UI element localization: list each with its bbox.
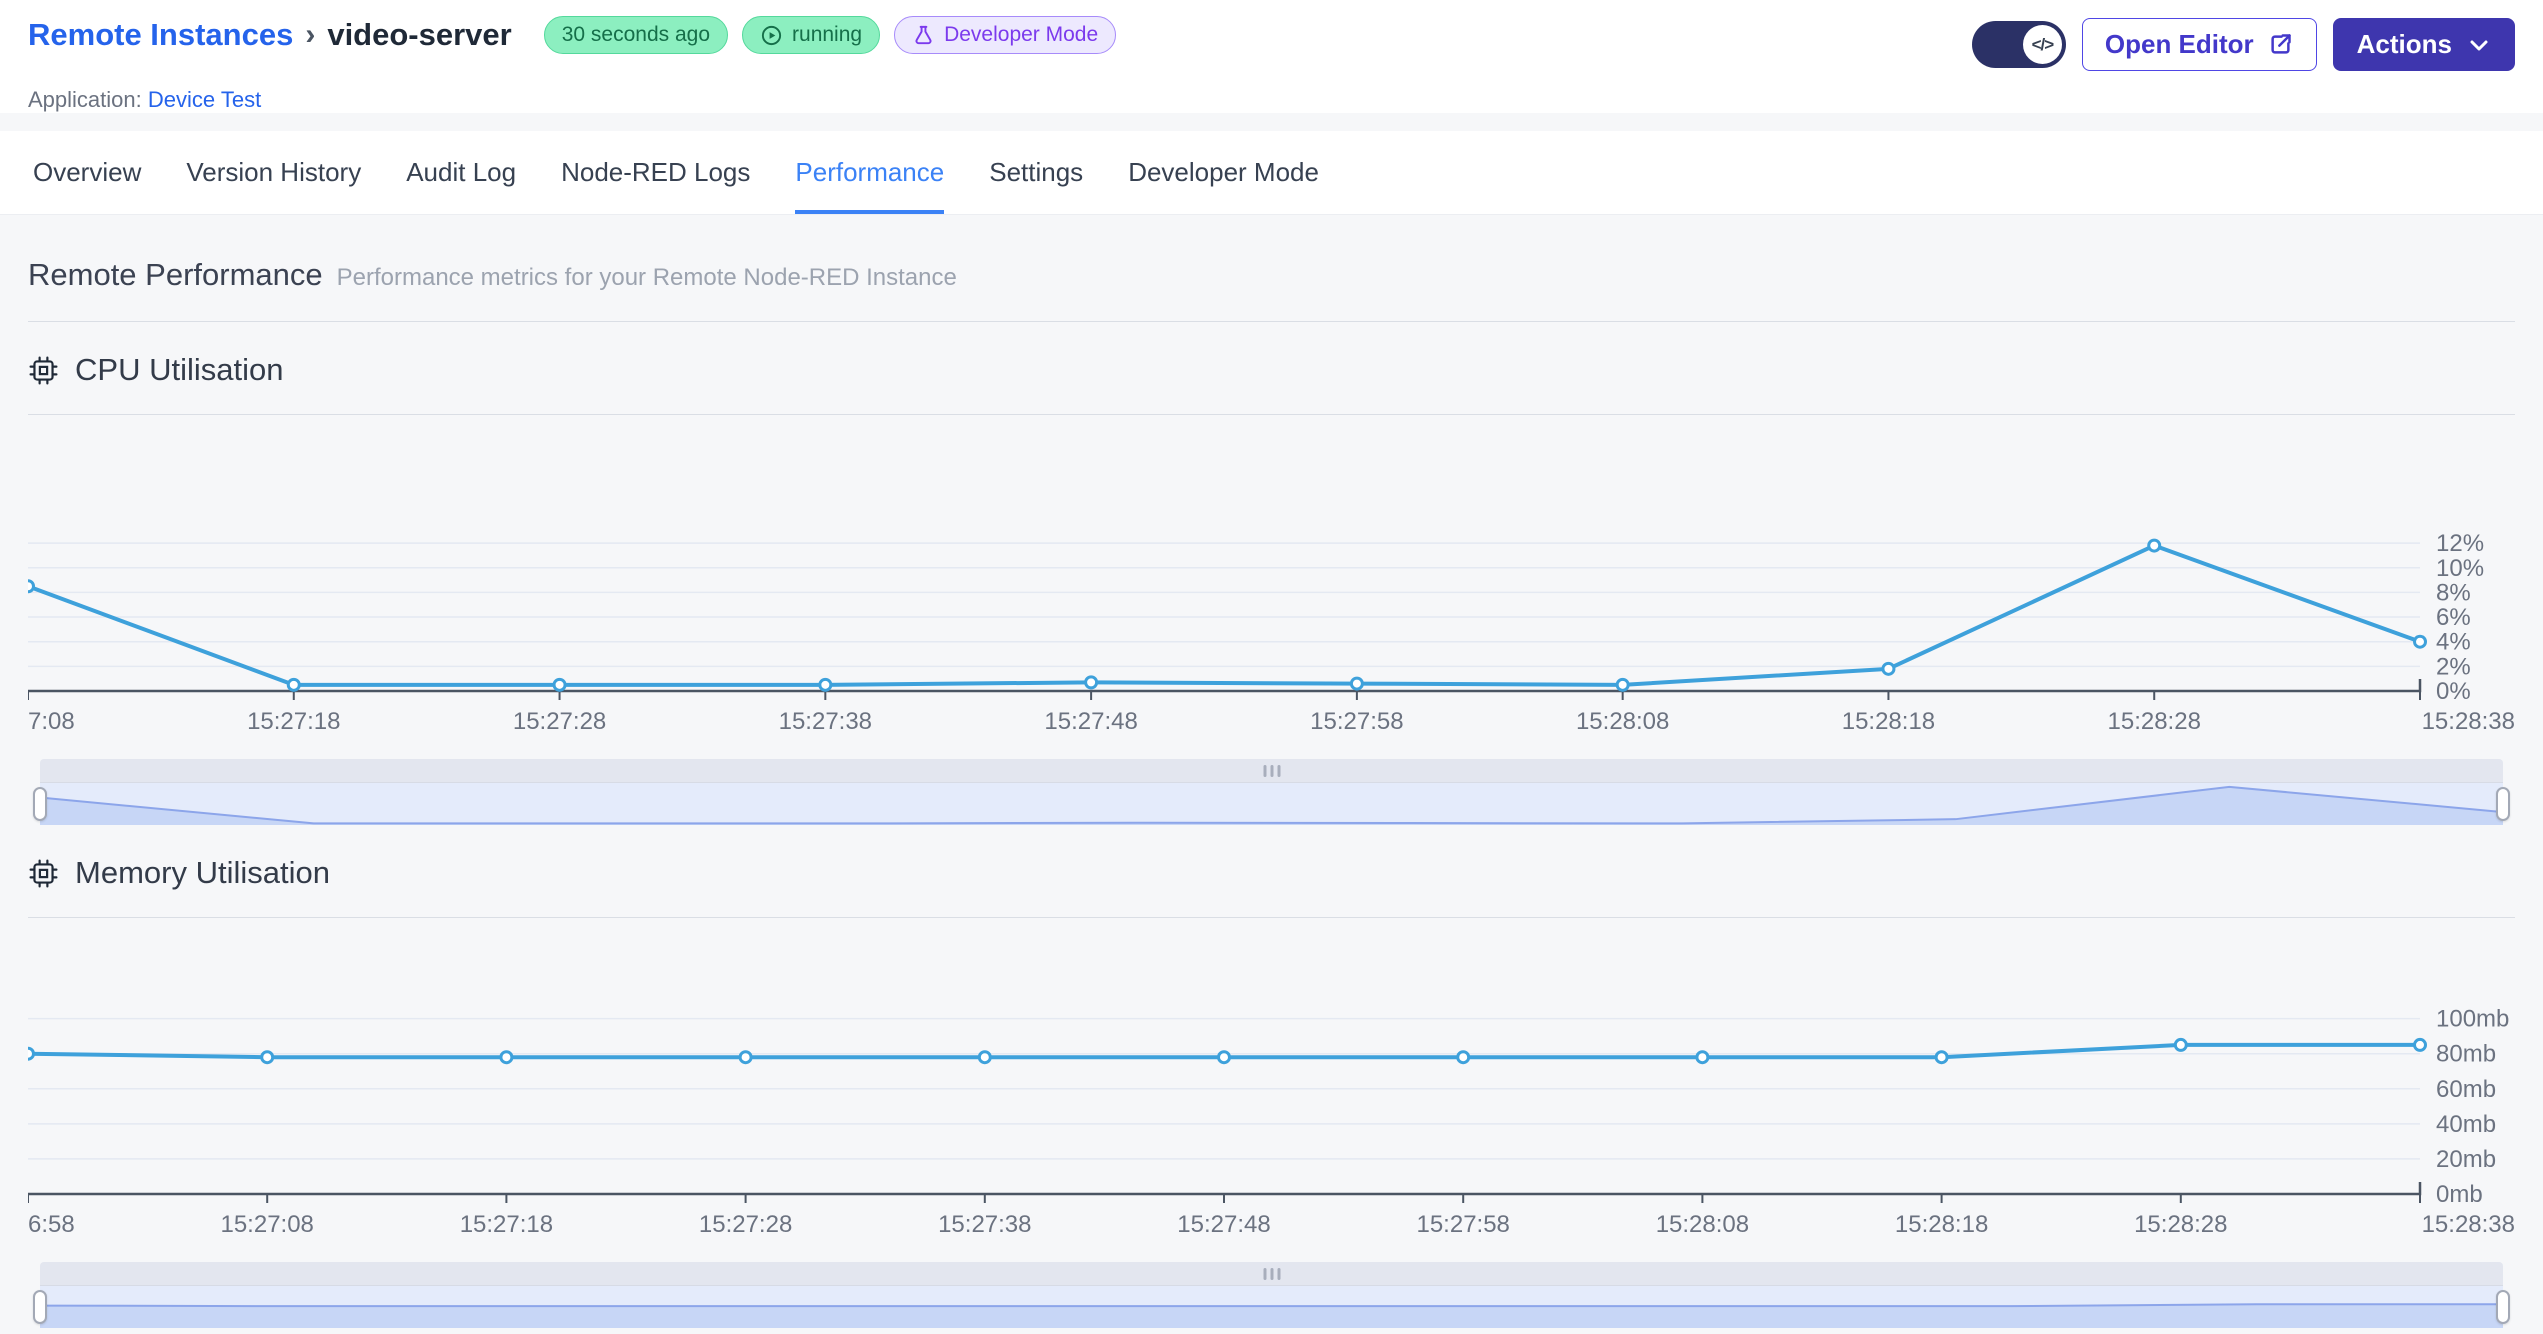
developer-mode-toggle[interactable]: </> [1971,21,2066,68]
tab-bar: Overview Version History Audit Log Node-… [0,131,2543,215]
svg-text:0mb: 0mb [2436,1181,2483,1208]
svg-text:60mb: 60mb [2436,1076,2496,1103]
actions-button[interactable]: Actions [2332,18,2515,71]
last-seen-label: 30 seconds ago [561,23,711,46]
developer-mode-label: Developer Mode [944,23,1099,46]
application-row: Application: Device Test [28,87,2515,113]
svg-text:20mb: 20mb [2436,1146,2496,1173]
divider [28,917,2515,918]
svg-text:15:27:58: 15:27:58 [1416,1211,1509,1238]
page-title: Remote Performance [28,257,323,292]
open-editor-label: Open Editor [2104,29,2254,59]
breadcrumb-remote-instances-link[interactable]: Remote Instances [28,17,293,53]
divider [28,321,2515,322]
memory-brush-left-handle[interactable] [33,1290,47,1324]
tab-developer-mode[interactable]: Developer Mode [1128,157,1319,214]
running-status-badge: running [742,16,881,54]
svg-text:15:28:18: 15:28:18 [1842,708,1935,735]
page-head: Remote Performance Performance metrics f… [28,257,2515,293]
svg-text:2%: 2% [2436,653,2471,680]
cpu-brush-preview [40,783,2503,825]
divider [28,414,2515,415]
svg-text:6%: 6% [2436,604,2471,631]
svg-text:40mb: 40mb [2436,1111,2496,1138]
code-icon: </> [2022,25,2062,64]
memory-chip-icon [29,858,58,888]
application-label: Application: [28,87,142,112]
svg-text:7:08: 7:08 [28,708,75,735]
tab-node-red-logs[interactable]: Node-RED Logs [561,157,750,214]
play-circle-icon [761,25,782,45]
svg-text:15:27:28: 15:27:28 [699,1211,792,1238]
svg-text:15:27:18: 15:27:18 [460,1211,553,1238]
svg-text:4%: 4% [2436,629,2471,656]
svg-text:100mb: 100mb [2436,1006,2509,1033]
svg-text:15:28:28: 15:28:28 [2134,1211,2227,1238]
cpu-chip-icon [29,355,58,385]
tab-audit-log[interactable]: Audit Log [406,157,516,214]
tab-version-history[interactable]: Version History [186,157,361,214]
cpu-brush-left-handle[interactable] [33,787,47,821]
svg-text:15:28:28: 15:28:28 [2108,708,2201,735]
application-link[interactable]: Device Test [148,87,261,112]
cpu-brush-right-handle[interactable] [2496,787,2510,821]
svg-text:6:58: 6:58 [28,1211,75,1238]
running-status-label: running [792,23,863,46]
main-content: Remote Performance Performance metrics f… [0,215,2543,1328]
cpu-chart-range-selector[interactable] [33,759,2510,825]
tab-settings[interactable]: Settings [989,157,1083,214]
svg-text:80mb: 80mb [2436,1041,2496,1068]
cpu-section-label: CPU Utilisation [75,352,284,387]
svg-text:15:27:48: 15:27:48 [1044,708,1137,735]
cpu-section-title: CPU Utilisation [28,352,2515,388]
tab-performance[interactable]: Performance [795,157,945,214]
page-header: Remote Instances › video-server 30 secon… [0,0,2543,113]
svg-text:15:27:38: 15:27:38 [779,708,872,735]
grip-icon [1263,764,1280,777]
breadcrumb: Remote Instances › video-server [28,17,512,53]
cpu-utilisation-chart: 7:08 15:27:18 15:27:28 15:27:38 15:27:48 15:2… [28,530,2515,735]
svg-text:15:28:08: 15:28:08 [1576,708,1669,735]
page-subtitle: Performance metrics for your Remote Node… [336,264,957,291]
svg-text:15:27:58: 15:27:58 [1310,708,1403,735]
svg-text:15:27:48: 15:27:48 [1177,1211,1270,1238]
memory-brush-preview [40,1286,2503,1328]
chevron-down-icon [2470,40,2488,50]
grip-icon [1263,1267,1280,1280]
svg-text:10%: 10% [2436,555,2484,582]
svg-text:0%: 0% [2436,678,2471,705]
status-badges: 30 seconds ago running Developer Mode [543,16,1117,54]
memory-utilisation-chart: 6:58 15:27:08 15:27:18 15:27:28 15:27:38 15:2… [28,1006,2515,1238]
memory-section-title: Memory Utilisation [28,855,2515,891]
svg-text:12%: 12% [2436,530,2484,557]
svg-text:15:27:18: 15:27:18 [247,708,340,735]
memory-brush-area-chart [40,1286,2503,1328]
memory-chart-range-selector[interactable] [33,1262,2510,1328]
memory-brush-right-handle[interactable] [2496,1290,2510,1324]
open-editor-button[interactable]: Open Editor [2081,18,2317,71]
breadcrumb-separator: › [305,18,316,51]
svg-text:15:28:08: 15:28:08 [1656,1211,1749,1238]
svg-text:15:28:18: 15:28:18 [1895,1211,1988,1238]
developer-mode-badge[interactable]: Developer Mode [894,16,1117,54]
svg-text:15:27:08: 15:27:08 [220,1211,313,1238]
svg-text:15:28:38: 15:28:38 [2422,708,2515,735]
cpu-brush-drag-bar[interactable] [40,759,2503,783]
memory-section-label: Memory Utilisation [75,855,330,890]
last-seen-badge: 30 seconds ago [543,16,729,54]
tab-overview[interactable]: Overview [33,157,141,214]
external-link-icon [2271,34,2291,54]
breadcrumb-current-instance: video-server [327,17,512,52]
svg-text:15:27:28: 15:27:28 [513,708,606,735]
memory-brush-drag-bar[interactable] [40,1262,2503,1286]
svg-text:8%: 8% [2436,579,2471,606]
actions-label: Actions [2356,29,2452,59]
flask-icon [915,25,932,44]
svg-text:15:27:38: 15:27:38 [938,1211,1031,1238]
svg-text:15:28:38: 15:28:38 [2422,1211,2515,1238]
cpu-brush-area-chart [40,783,2503,825]
